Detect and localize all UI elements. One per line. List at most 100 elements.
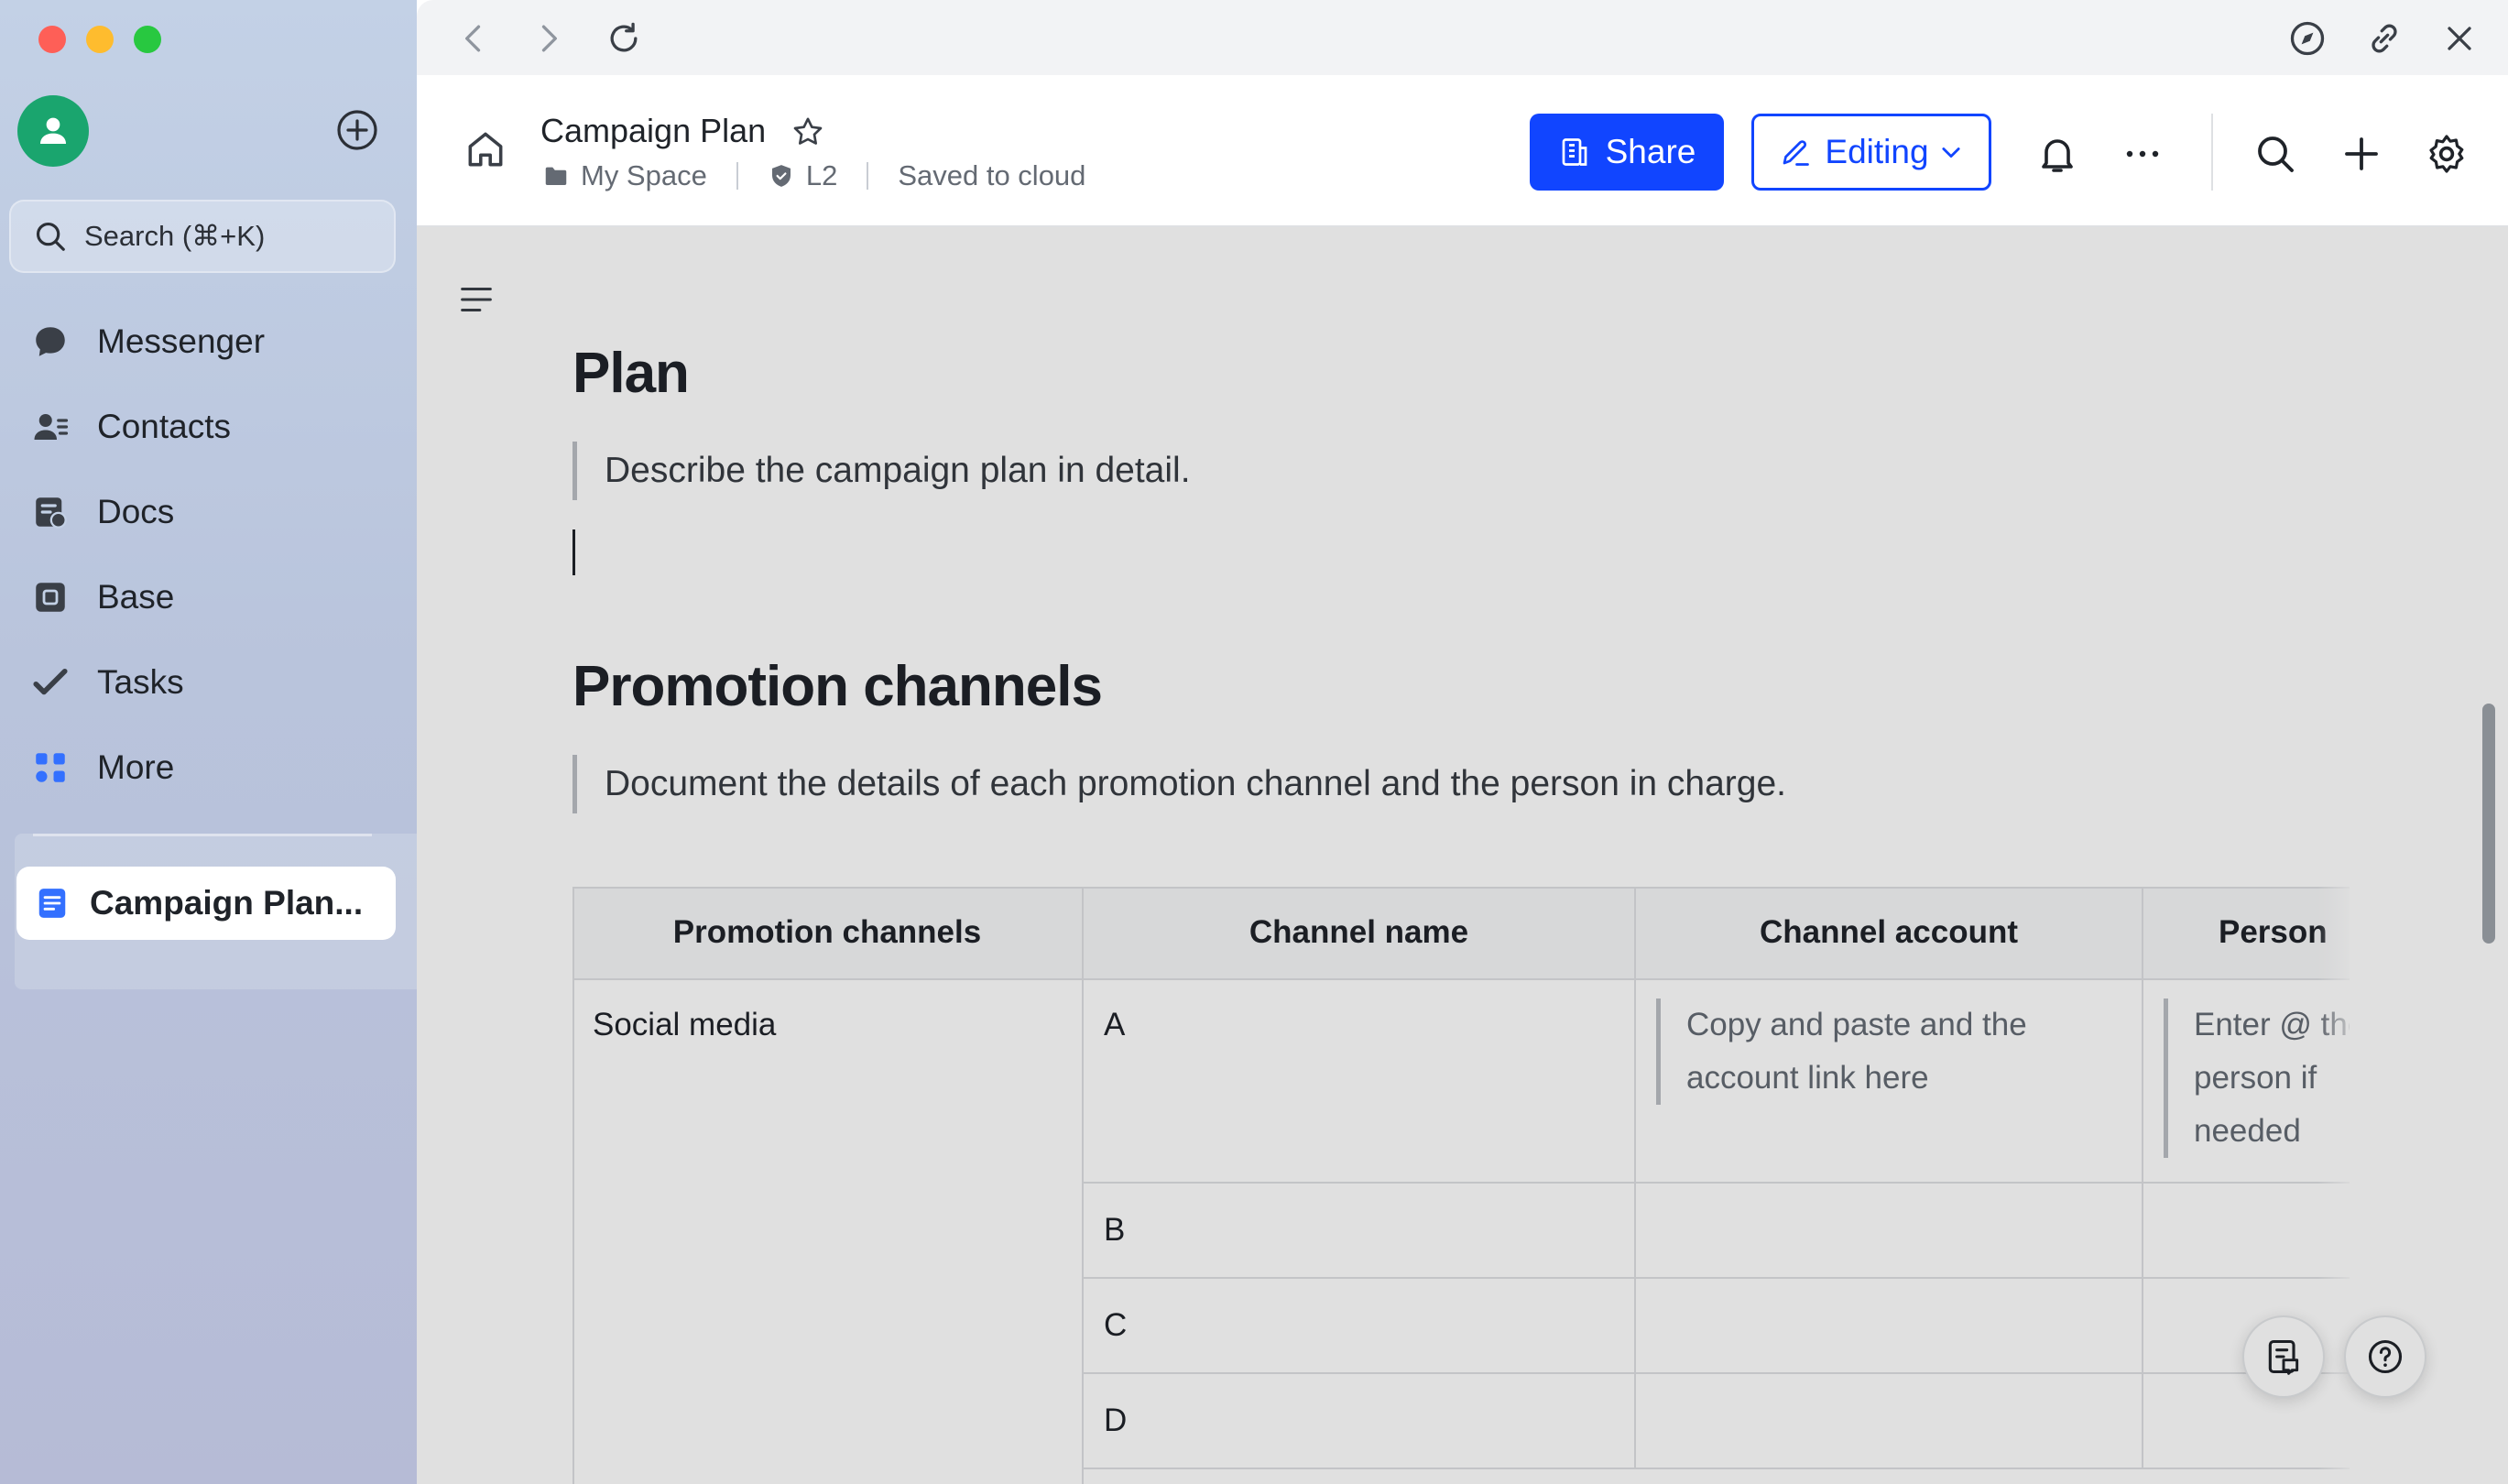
share-button[interactable]: Share [1530, 114, 1724, 191]
sidebar-item-docs[interactable]: Docs [31, 485, 174, 540]
save-status: Saved to cloud [898, 159, 1086, 191]
divider [867, 162, 869, 190]
table-scroll-fade [2317, 887, 2350, 1484]
outline-icon[interactable] [455, 278, 497, 321]
close-tab-button[interactable] [2439, 18, 2480, 59]
back-button[interactable] [453, 18, 494, 59]
close-window-button[interactable] [38, 26, 66, 53]
sidebar-item-label: Base [97, 578, 175, 616]
avatar[interactable] [17, 95, 89, 167]
table-header-cell[interactable]: Channel account [1636, 887, 2143, 980]
sidebar-item-label: Contacts [97, 408, 232, 445]
table-cell-group[interactable]: Social media [572, 980, 1084, 1484]
sidebar-item-more[interactable]: More [31, 740, 174, 795]
scrollbar[interactable] [2482, 704, 2495, 944]
table-cell-account[interactable] [1636, 1374, 2143, 1469]
star-icon[interactable] [790, 114, 826, 150]
minimize-window-button[interactable] [86, 26, 114, 53]
hint-plan[interactable]: Describe the campaign plan in detail. [572, 442, 1191, 500]
channels-table[interactable]: Promotion channels Channel name Channel … [572, 887, 2350, 1484]
toolbar-divider [2211, 114, 2213, 191]
page-title[interactable]: Campaign Plan [540, 112, 766, 150]
browser-toolbar [417, 0, 2508, 75]
sidebar-item-label: Tasks [97, 663, 184, 701]
help-icon [2368, 1339, 2403, 1374]
plus-icon [2345, 137, 2378, 170]
search-icon [36, 222, 65, 251]
shield-icon [771, 165, 791, 187]
compass-icon [2290, 21, 2325, 56]
breadcrumb-location[interactable]: My Space [581, 159, 707, 192]
search-placeholder: Search (⌘+K) [84, 220, 266, 252]
new-button[interactable] [2339, 132, 2383, 176]
home-icon[interactable] [463, 126, 508, 172]
more-apps-icon [36, 753, 65, 782]
contacts-icon [34, 414, 69, 440]
building-icon [1562, 138, 1587, 166]
more-horizontal-icon [2126, 150, 2159, 158]
settings-button[interactable] [2425, 132, 2469, 176]
document-comment-icon [2268, 1339, 2299, 1375]
compass-button[interactable] [2287, 18, 2328, 59]
user-icon [40, 117, 66, 144]
table-cell-channel-name[interactable]: A [1084, 980, 1636, 1184]
notifications-button[interactable] [2035, 132, 2079, 176]
sidebar-divider [33, 834, 372, 836]
forward-button[interactable] [529, 18, 569, 59]
security-level-badge[interactable]: L2 [806, 159, 837, 192]
reload-button[interactable] [604, 18, 644, 59]
pencil-icon [1783, 140, 1810, 166]
open-doc-label: Campaign Plan... [90, 884, 364, 922]
sidebar-item-base[interactable]: Base [31, 570, 174, 625]
search-doc-button[interactable] [2253, 132, 2297, 176]
more-options-button[interactable] [2121, 132, 2165, 176]
table-cell-channel-name[interactable]: D [1084, 1374, 1636, 1469]
gear-icon [2429, 135, 2464, 173]
link-icon [2372, 24, 2397, 53]
sidebar-item-contacts[interactable]: Contacts [31, 399, 231, 454]
messenger-icon [36, 327, 65, 356]
share-label: Share [1605, 133, 1696, 170]
hint-promotion-channels[interactable]: Document the details of each promotion c… [572, 755, 1786, 813]
main-window: Campaign Plan My Space L2 Saved to cloud… [417, 0, 2508, 1484]
table-header-cell[interactable]: Promotion channels [572, 887, 1084, 980]
copy-link-button[interactable] [2364, 18, 2404, 59]
table-header-cell[interactable]: Channel name [1084, 887, 1636, 980]
table-cell-account[interactable]: Copy and paste and the account link here [1636, 980, 2143, 1184]
table-cell-account[interactable] [1636, 1279, 2143, 1374]
sidebar-item-label: Messenger [97, 322, 266, 360]
zoom-window-button[interactable] [134, 26, 161, 53]
chevron-right-icon [541, 25, 557, 52]
add-circle-icon[interactable] [335, 108, 379, 152]
sidebar-item-messenger[interactable]: Messenger [31, 314, 265, 369]
reload-icon [610, 22, 638, 52]
editing-mode-dropdown[interactable]: Editing [1751, 114, 1991, 191]
document-body[interactable]: Plan Describe the campaign plan in detai… [417, 227, 2508, 1484]
table-cell-account[interactable] [1636, 1184, 2143, 1279]
help-button[interactable] [2344, 1315, 2426, 1398]
document-header: Campaign Plan My Space L2 Saved to cloud… [417, 75, 2508, 227]
docs-icon [36, 497, 67, 529]
sidebar-item-label: Docs [97, 493, 175, 530]
search-input[interactable]: Search (⌘+K) [9, 200, 396, 273]
sidebar-item-tasks[interactable]: Tasks [31, 655, 184, 710]
account-placeholder: Copy and paste and the account link here [1656, 998, 2121, 1105]
doc-file-icon [38, 889, 66, 918]
editing-label: Editing [1825, 133, 1929, 170]
base-icon [36, 583, 65, 612]
heading-plan[interactable]: Plan [572, 341, 690, 406]
text-cursor [572, 529, 575, 575]
sidebar-item-label: More [97, 748, 175, 786]
folder-icon [545, 167, 567, 185]
doc-outline-float-button[interactable] [2242, 1315, 2325, 1398]
breadcrumb: My Space L2 Saved to cloud [542, 159, 1085, 192]
search-icon [2258, 136, 2294, 172]
bell-icon [2042, 139, 2073, 172]
table-cell-channel-name[interactable]: B [1084, 1184, 1636, 1279]
divider [736, 162, 738, 190]
table-cell-channel-name[interactable]: C [1084, 1279, 1636, 1374]
chevron-down-icon [1941, 147, 1960, 158]
heading-promotion-channels[interactable]: Promotion channels [572, 654, 1103, 719]
sidebar-open-doc[interactable]: Campaign Plan... [16, 867, 396, 940]
chevron-left-icon [465, 25, 481, 52]
